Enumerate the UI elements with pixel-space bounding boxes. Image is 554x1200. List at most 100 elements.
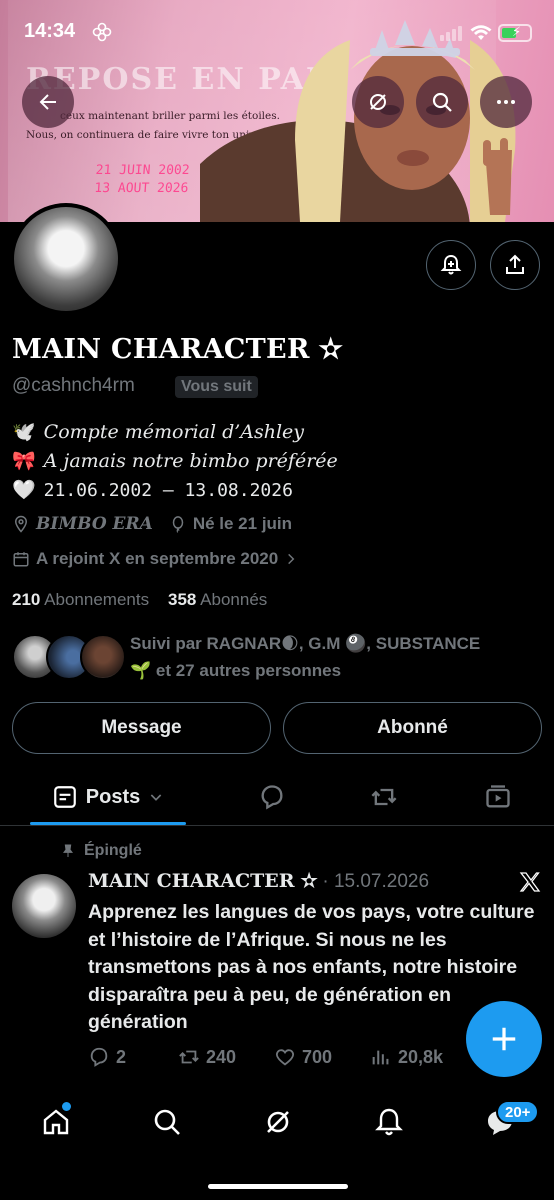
repost-count: 240 [206,1046,237,1067]
following-link[interactable]: 210 Abonnements [12,590,149,609]
like-action[interactable]: 700 [274,1046,332,1068]
profile-birthday: Né le 21 juin [192,514,293,533]
tab-replies[interactable] [244,770,300,824]
arrow-left-icon [39,94,56,110]
views-icon [372,1050,389,1065]
followed-by-avatars [12,634,126,682]
post-author-avatar[interactable] [12,874,76,938]
reply-icon [261,785,283,810]
profile-handle: @cashnch4rm [12,375,135,396]
home-notification-dot [62,1102,71,1111]
post-header: MAIN CHARACTER ✫ · 15.07.2026 [88,870,429,893]
posts-icon [53,786,76,808]
message-button[interactable]: Message [12,702,271,754]
tab-media[interactable] [470,770,526,824]
followed-by-line: Suivi par RAGNAR🌒, G.M 🎱, SUBSTANCE [130,634,481,653]
profile-name: MAIN CHARACTER ✫ [12,334,343,365]
bio-line: 🕊️ Compte mémorial d’Ashley [12,418,338,447]
post-text: Apprenez les langues de vos pays, votre … [88,901,535,1033]
repost-action[interactable]: 240 [178,1046,236,1068]
followers-count: 358 [167,590,197,609]
status-time: 14:34 [24,20,76,42]
tab-posts-label: Posts [85,785,141,808]
heart-icon [275,1049,295,1066]
compose-post-button[interactable] [466,1001,542,1077]
plus-icon [492,1027,516,1051]
profile-avatar[interactable] [10,203,122,315]
bio-text: A jamais notre bimbo préférée [43,450,338,472]
nav-notifications[interactable] [373,1106,405,1138]
profile-location: BIMBO ERA [36,514,153,534]
post-date[interactable]: · 15.07.2026 [322,871,429,892]
share-button[interactable] [490,240,540,290]
messages-badge: 20+ [496,1100,540,1124]
back-button[interactable] [22,76,74,128]
share-icon [506,254,524,274]
status-bar: 14:34 ⚡ [0,0,554,66]
profile-joined-date: A rejoint X en septembre 2020 [36,549,279,568]
followed-by-line: 🌱 et 27 autres personnes [130,661,342,680]
balloon-icon [172,516,184,533]
reply-icon [90,1047,108,1067]
nav-search[interactable] [151,1106,183,1138]
search-button[interactable] [416,76,468,128]
view-count: 20,8k [398,1046,444,1067]
reply-action[interactable]: 2 [88,1046,126,1068]
repost-icon [371,788,397,806]
bio-text: 21.06.2002 — 13.08.2026 [43,480,293,501]
post-author-name[interactable]: MAIN CHARACTER ✫ [88,870,317,892]
tabs-divider [0,825,554,826]
pin-icon [63,844,73,857]
joined-row[interactable]: A rejoint X en septembre 2020 [12,549,298,569]
tab-reposts[interactable] [356,770,412,824]
x-logo-icon [519,872,541,892]
profile-tabs: Posts [0,770,554,826]
banner-date-death: 13 AOUT 2026 [93,181,189,196]
search-icon [154,1109,180,1135]
repost-icon [179,1050,199,1064]
banner-dates: 21 JUIN 2002 13 AOUT 2026 [94,162,190,198]
bell-icon [375,1108,403,1136]
banner-date-birth: 21 JUIN 2002 [95,163,191,178]
avatar-image [14,207,118,311]
dove-emoji: 🕊️ [12,421,36,443]
grok-icon [267,1111,289,1133]
avatar [80,634,126,680]
more-options-button[interactable] [480,76,532,128]
profile-bio: 🕊️ Compte mémorial d’Ashley 🎀 A jamais n… [12,418,338,505]
follow-stats: 210 Abonnements 358 Abonnés [12,590,267,610]
followed-by-text: Suivi par RAGNAR🌒, G.M 🎱, SUBSTANCE 🌱 et… [130,630,480,684]
bio-text: Compte mémorial d’Ashley [43,421,305,443]
bottom-navigation: 20+ [0,1086,554,1200]
ribbon-emoji: 🎀 [12,450,36,472]
like-count: 700 [302,1046,333,1067]
following-button[interactable]: Abonné [283,702,542,754]
followers-link[interactable]: 358 Abonnés [168,590,267,609]
bio-line: 🎀 A jamais notre bimbo préférée [12,447,338,476]
chevron-right-icon [288,553,295,565]
views-action[interactable]: 20,8k [370,1046,443,1068]
bell-plus-icon [440,254,462,275]
chevron-down-icon [150,794,162,801]
location-pin-icon [14,515,28,533]
home-indicator [208,1184,348,1189]
tab-posts[interactable]: Posts [30,770,186,824]
followers-label: Abonnés [200,590,268,609]
pinned-label: Épinglé [84,842,142,859]
wifi-icon [470,25,492,40]
nav-grok[interactable] [262,1106,294,1138]
grok-button[interactable] [352,76,404,128]
follows-you-badge: Vous suit [175,376,258,398]
more-horizontal-icon [497,100,515,104]
bio-line: 🤍 21.06.2002 — 13.08.2026 [12,476,338,505]
search-icon [432,92,452,112]
pinned-indicator: Épinglé [60,842,142,860]
following-label: Abonnements [44,590,150,609]
grok-icon [370,94,386,110]
following-count: 210 [12,590,41,609]
notifications-subscribe-button[interactable] [426,240,476,290]
profile-meta-row: BIMBO ERA Né le 21 juin [12,514,292,534]
calendar-icon [13,552,29,567]
followed-by-section[interactable]: Suivi par RAGNAR🌒, G.M 🎱, SUBSTANCE 🌱 et… [12,630,542,686]
media-icon [486,785,510,808]
